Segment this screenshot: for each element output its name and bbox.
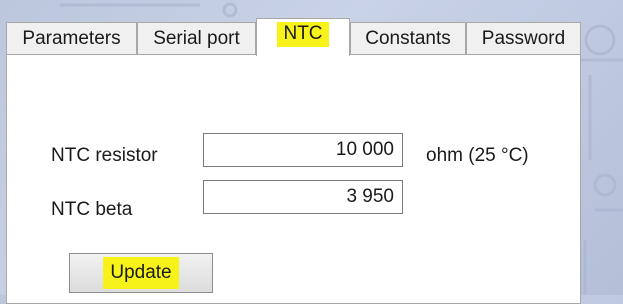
settings-window: Parameters Serial port NTC Constants Pas… [0, 0, 600, 304]
tab-constants-label: Constants [365, 28, 451, 49]
tab-ntc[interactable]: NTC [256, 18, 350, 56]
ntc-resistor-input[interactable] [203, 133, 403, 167]
tab-strip: Parameters Serial port NTC Constants Pas… [6, 18, 581, 56]
tab-serial-port[interactable]: Serial port [137, 22, 256, 55]
ntc-panel: NTC resistor ohm (25 °C) NTC beta Update [6, 54, 581, 304]
tab-ntc-label: NTC [277, 22, 329, 47]
tab-constants[interactable]: Constants [350, 22, 466, 55]
tab-serial-port-label: Serial port [153, 28, 240, 49]
ntc-resistor-label: NTC resistor [51, 145, 158, 166]
tab-parameters-label: Parameters [22, 28, 121, 49]
ntc-beta-input[interactable] [203, 180, 403, 214]
update-button-label: Update [103, 257, 179, 289]
tab-password[interactable]: Password [466, 22, 581, 55]
update-button[interactable]: Update [69, 253, 213, 293]
ntc-beta-label: NTC beta [51, 199, 133, 220]
tab-password-label: Password [481, 28, 566, 49]
ntc-resistor-unit: ohm (25 °C) [426, 145, 529, 166]
tab-parameters[interactable]: Parameters [6, 22, 137, 55]
